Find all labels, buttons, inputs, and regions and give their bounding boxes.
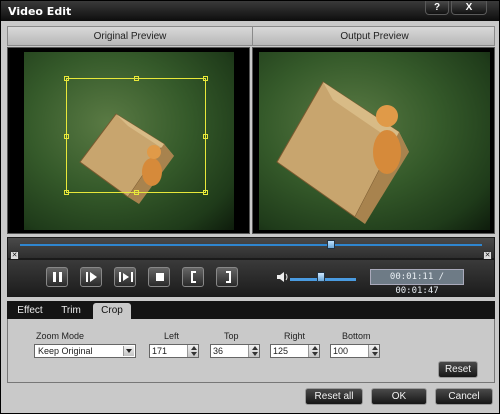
- preview-header: Original Preview Output Preview: [7, 26, 495, 46]
- timeline-playhead[interactable]: [327, 240, 335, 249]
- zoom-mode-select[interactable]: Keep Original: [34, 344, 136, 358]
- set-start-button[interactable]: [182, 267, 204, 287]
- crop-handle-top[interactable]: [134, 76, 139, 81]
- set-end-button[interactable]: [216, 267, 238, 287]
- volume-slider-thumb[interactable]: [317, 272, 325, 282]
- spinner-arrows-icon[interactable]: [308, 345, 319, 357]
- output-preview-label: Output Preview: [252, 27, 496, 45]
- video-edit-window: Video Edit ? X Original Preview Output P…: [0, 0, 500, 414]
- right-label: Right: [284, 331, 306, 341]
- bracket-close-icon: [226, 271, 231, 283]
- bottom-value: 100: [333, 346, 349, 356]
- tab-trim[interactable]: Trim: [55, 303, 87, 319]
- crop-handle-bottom-right[interactable]: [203, 190, 208, 195]
- help-button[interactable]: ?: [425, 1, 449, 15]
- play-selection-button[interactable]: [114, 267, 136, 287]
- edit-tabs: Effect Trim Crop: [7, 301, 495, 319]
- bottom-input[interactable]: 100: [330, 344, 380, 358]
- output-video-image: [276, 81, 409, 224]
- right-input[interactable]: 125: [270, 344, 320, 358]
- spinner-arrows-icon[interactable]: [248, 345, 259, 357]
- zoom-mode-label: Zoom Mode: [36, 331, 85, 341]
- pause-icon: [53, 272, 62, 282]
- spinner-arrows-icon[interactable]: [187, 345, 198, 357]
- left-input[interactable]: 171: [149, 344, 199, 358]
- reset-all-button[interactable]: Reset all: [305, 388, 363, 405]
- ok-button[interactable]: OK: [371, 388, 427, 405]
- next-frame-icon: [86, 272, 97, 282]
- timeline-bar[interactable]: ✕ ✕: [7, 237, 495, 260]
- crop-handle-bottom[interactable]: [134, 190, 139, 195]
- right-value: 125: [273, 346, 289, 356]
- top-input[interactable]: 36: [210, 344, 260, 358]
- reset-button[interactable]: Reset: [438, 361, 478, 378]
- tab-crop[interactable]: Crop: [93, 303, 131, 319]
- close-button[interactable]: X: [451, 1, 487, 15]
- zoom-mode-value: Keep Original: [38, 346, 93, 356]
- playback-controls: 00:01:11 / 00:01:47: [7, 259, 495, 297]
- time-display: 00:01:11 / 00:01:47: [370, 269, 464, 296]
- crop-handle-top-right[interactable]: [203, 76, 208, 81]
- chevron-down-icon[interactable]: [123, 346, 134, 356]
- window-title: Video Edit: [8, 5, 72, 18]
- timeline-track[interactable]: [20, 244, 482, 246]
- crop-handle-right[interactable]: [203, 134, 208, 139]
- crop-selection-box[interactable]: [64, 76, 208, 195]
- bracket-open-icon: [191, 271, 196, 283]
- next-frame-button[interactable]: [80, 267, 102, 287]
- volume-icon[interactable]: [276, 271, 288, 283]
- cancel-button[interactable]: Cancel: [435, 388, 493, 405]
- top-label: Top: [224, 331, 239, 341]
- stop-button[interactable]: [148, 267, 170, 287]
- crop-handle-left[interactable]: [64, 134, 69, 139]
- crop-panel: Zoom Mode Keep Original Left 171 Top 36 …: [7, 319, 495, 383]
- tab-effect[interactable]: Effect: [15, 303, 45, 319]
- top-value: 36: [213, 346, 224, 356]
- left-value: 171: [152, 346, 168, 356]
- play-selection-icon: [119, 272, 133, 282]
- bottom-label: Bottom: [342, 331, 371, 341]
- stop-icon: [156, 273, 164, 281]
- original-preview-pane: [7, 47, 250, 234]
- left-label: Left: [164, 331, 180, 341]
- output-video-frame: [259, 52, 490, 230]
- original-video-frame: [24, 52, 234, 230]
- spinner-arrows-icon[interactable]: [368, 345, 379, 357]
- pause-button[interactable]: [46, 267, 68, 287]
- original-preview-label: Original Preview: [93, 31, 167, 42]
- output-preview-pane: [252, 47, 495, 234]
- title-bar: Video Edit ? X: [1, 1, 499, 21]
- crop-handle-bottom-left[interactable]: [64, 190, 69, 195]
- crop-handle-top-left[interactable]: [64, 76, 69, 81]
